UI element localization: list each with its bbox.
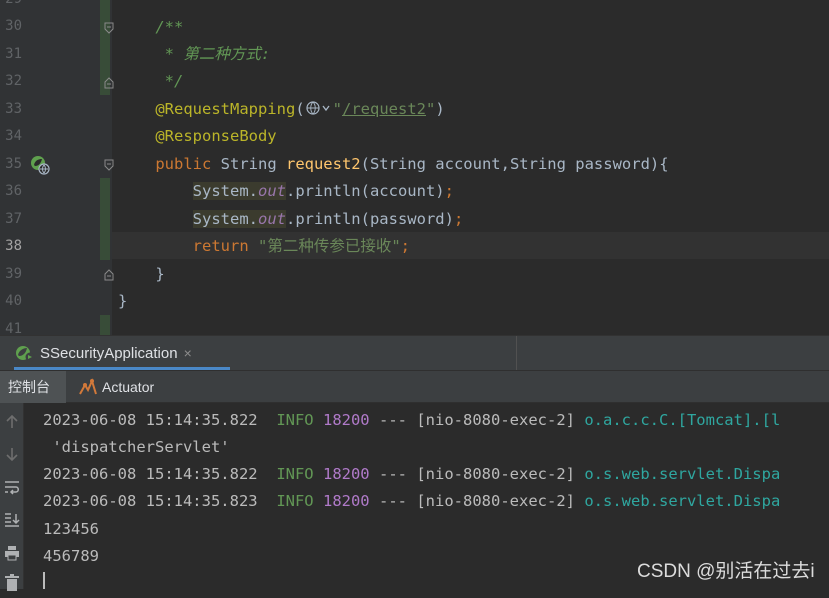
code-line-35[interactable]: public String request2(String account,St… <box>118 154 668 174</box>
log-logger: o.s.web.servlet.Dispa <box>584 465 781 483</box>
vcs-change-marker[interactable] <box>100 315 110 335</box>
log-level: INFO <box>276 465 314 483</box>
log-level: INFO <box>276 411 314 429</box>
run-config-tab[interactable]: SSecurityApplication × <box>14 336 230 370</box>
line-number: 35 <box>5 156 22 172</box>
arrow-down-icon[interactable] <box>2 444 22 464</box>
console-tab-bar: 控制台 Actuator <box>0 370 829 403</box>
code-line-31[interactable]: * 第二种方式: <box>118 44 271 64</box>
line-number: 37 <box>5 211 22 227</box>
tab-actuator[interactable]: Actuator <box>78 371 154 403</box>
line-number-current: 38 <box>5 238 22 254</box>
text-caret <box>43 572 45 589</box>
globe-icon[interactable] <box>305 100 333 116</box>
annotation: @ResponseBody <box>155 127 277 145</box>
line-number: 34 <box>5 128 22 144</box>
divider <box>516 336 517 370</box>
run-tool-window-header: SSecurityApplication × <box>0 335 829 370</box>
log-level: INFO <box>276 492 314 510</box>
url-link[interactable]: /request2 <box>342 100 426 118</box>
console-toolbar <box>0 403 24 591</box>
doc-comment: * 第二种方式: <box>155 45 271 63</box>
line-number: 39 <box>5 266 22 282</box>
log-line: 'dispatcherServlet' <box>43 438 230 456</box>
log-line: 2023-06-08 15:14:35.823 INFO 18200 --- [… <box>43 492 781 510</box>
log-line: 2023-06-08 15:14:35.822 INFO 18200 --- [… <box>43 411 781 429</box>
line-number: 41 <box>5 321 22 335</box>
actuator-icon <box>78 378 98 396</box>
fold-open-icon[interactable] <box>104 22 114 34</box>
spring-endpoint-icon[interactable] <box>30 155 50 175</box>
line-number: 32 <box>5 73 22 89</box>
line-number: 31 <box>5 46 22 62</box>
code-line-36[interactable]: System.out.println(account); <box>118 181 454 201</box>
log-pid: 18200 <box>322 492 370 510</box>
tab-console-label: 控制台 <box>8 379 50 395</box>
doc-comment: */ <box>155 72 184 90</box>
trash-icon[interactable] <box>2 573 22 593</box>
watermark: CSDN @别活在过去i <box>637 561 815 582</box>
close-icon[interactable]: × <box>184 345 192 361</box>
code-line-37[interactable]: System.out.println(password); <box>118 209 463 229</box>
tab-actuator-label: Actuator <box>102 379 155 395</box>
vcs-change-marker[interactable] <box>100 178 110 260</box>
log-line: 2023-06-08 15:14:35.822 INFO 18200 --- [… <box>43 465 781 483</box>
line-number: 30 <box>5 18 22 34</box>
log-logger: o.a.c.c.C.[Tomcat].[l <box>584 411 781 429</box>
scroll-to-end-icon[interactable] <box>2 510 22 530</box>
method-name: request2 <box>285 155 361 173</box>
doc-comment: /** <box>155 18 184 36</box>
line-number: 40 <box>5 293 22 309</box>
code-line-34[interactable]: @ResponseBody <box>118 126 277 146</box>
stdout-line: 123456 <box>43 520 99 538</box>
log-pid: 18200 <box>322 411 370 429</box>
code-line-32[interactable]: */ <box>118 71 184 91</box>
fold-close-icon[interactable] <box>104 77 114 89</box>
log-logger: o.s.web.servlet.Dispa <box>584 492 781 510</box>
soft-wrap-icon[interactable] <box>2 477 22 497</box>
fold-open-icon[interactable] <box>104 159 114 171</box>
line-number: 36 <box>5 183 22 199</box>
print-icon[interactable] <box>2 543 22 563</box>
editor-gutter: 29 30 31 32 33 34 35 36 37 38 39 40 41 <box>0 0 114 335</box>
keyword: return <box>192 237 249 255</box>
line-number: 29 <box>0 0 22 8</box>
line-number: 33 <box>5 101 22 117</box>
annotation: @RequestMapping <box>155 100 296 118</box>
code-editor[interactable]: 29 30 31 32 33 34 35 36 37 38 39 40 41 <box>0 0 829 335</box>
code-line-40[interactable]: } <box>118 291 127 311</box>
run-tab-label: SSecurityApplication <box>40 344 178 362</box>
stdout-line: 456789 <box>43 547 99 565</box>
fold-close-icon[interactable] <box>104 269 114 281</box>
code-line-33[interactable]: @RequestMapping("/request2") <box>118 99 444 119</box>
log-pid: 18200 <box>322 465 370 483</box>
spring-boot-icon <box>14 344 36 362</box>
tab-console[interactable]: 控制台 <box>0 371 66 403</box>
keyword: public <box>155 155 212 173</box>
string-literal: "第二种传参已接收" <box>258 237 401 255</box>
code-line-39[interactable]: } <box>118 264 164 284</box>
code-line-38[interactable]: return "第二种传参已接收"; <box>118 236 410 256</box>
code-line-30[interactable]: /** <box>118 17 183 37</box>
arrow-up-icon[interactable] <box>2 412 22 432</box>
